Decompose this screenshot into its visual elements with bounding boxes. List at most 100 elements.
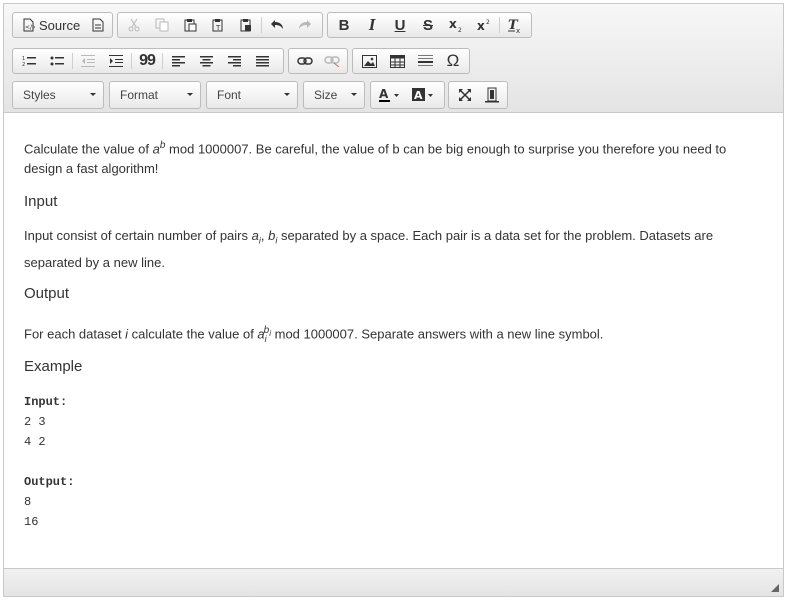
align-justify-button[interactable] [248,49,276,73]
align-left-icon [171,55,185,67]
intro-base-var: a [152,141,160,157]
subscript-button[interactable]: x2 [442,13,470,37]
toolbar-group-colors: A A [370,81,445,109]
intro-paragraph: Calculate the value of ab mod 1000007. B… [24,136,759,179]
superscript-button[interactable]: x2 [470,13,498,37]
paste-word-icon [239,18,253,32]
size-dropdown[interactable]: Size [303,81,365,109]
svg-text:</>: </> [25,24,35,31]
align-left-button[interactable] [164,49,192,73]
blockquote-button[interactable]: 99 [133,49,161,73]
toolbar-separator [131,53,132,69]
toolbar-separator [72,53,73,69]
horizontal-line-button[interactable] [411,49,439,73]
svg-text:x: x [477,19,485,32]
superscript-icon: x2 [477,18,491,32]
font-dropdown[interactable]: Font [206,81,298,109]
input-comma: , [260,228,269,243]
unlink-button[interactable] [318,49,345,73]
styles-dropdown[interactable]: Styles [12,81,104,109]
toolbar-group-basicstyles: B I U S x2 x2 Tx [327,12,532,38]
link-button[interactable] [291,49,318,73]
styles-dropdown-label: Styles [23,88,56,102]
editor-content[interactable]: Calculate the value of ab mod 1000007. B… [4,113,783,569]
chevron-down-icon [284,93,290,96]
cut-button[interactable] [120,13,148,37]
undo-button[interactable] [263,13,291,37]
copy-button[interactable] [148,13,176,37]
toolbar-group-tools [448,81,508,109]
format-dropdown[interactable]: Format [109,81,201,109]
chevron-down-icon [187,93,193,96]
special-character-button[interactable]: Ω [439,49,467,73]
toolbar-group-paragraph: 12 99 [12,48,284,74]
bold-button[interactable]: B [330,13,358,37]
strikethrough-button[interactable]: S [414,13,442,37]
maximize-button[interactable] [451,83,478,107]
intro-text-start: Calculate the value of [24,141,153,157]
toolbar-separator [261,17,262,33]
numbered-list-button[interactable]: 12 [15,49,43,73]
toolbar-group-insert: Ω [352,48,470,74]
remove-format-button[interactable]: Tx [501,13,529,37]
paste-word-button[interactable] [232,13,260,37]
example-output-line: 16 [24,515,39,529]
bulleted-list-icon [50,55,64,67]
maximize-icon [458,88,472,102]
outdent-button[interactable] [74,49,102,73]
output-paragraph: For each dataset i calculate the value o… [24,321,759,349]
show-blocks-icon [484,87,499,103]
align-justify-icon [255,55,269,67]
bulleted-list-button[interactable] [43,49,71,73]
output-text-mid: calculate the value of [128,326,258,342]
example-heading: Example [24,358,83,375]
source-button-label: Source [39,17,81,33]
output-text-start: For each dataset [24,326,126,342]
remove-format-icon: Tx [507,17,523,33]
chevron-down-icon [90,93,96,96]
input-text-start: Input consist of certain number of pairs [24,228,252,243]
align-right-icon [227,55,241,67]
toolbar-group-document: </> Source [12,12,113,38]
table-icon [389,54,405,68]
new-page-button[interactable] [86,13,110,37]
svg-text:2: 2 [458,27,462,32]
toolbar-separator [162,53,163,69]
paste-text-button[interactable]: T [204,13,232,37]
toolbar-group-links [288,48,348,74]
background-color-button[interactable]: A [407,83,441,107]
text-color-icon: A [378,87,402,103]
copy-icon [155,18,169,32]
resize-handle-icon[interactable] [771,584,779,592]
unlink-icon [323,55,340,67]
example-input-line: 4 2 [24,435,46,449]
redo-button[interactable] [291,13,319,37]
example-output-label: Output: [24,475,75,489]
size-dropdown-label: Size [314,88,338,102]
undo-icon [270,19,284,31]
svg-text:A: A [414,89,423,102]
image-button[interactable] [355,49,383,73]
toolbar-separator [499,17,500,33]
text-color-button[interactable]: A [373,83,407,107]
align-right-button[interactable] [220,49,248,73]
chevron-down-icon [351,93,357,96]
paste-button[interactable] [176,13,204,37]
example-output-line: 8 [24,495,32,509]
svg-text:2: 2 [486,19,490,26]
svg-text:A: A [379,87,389,101]
indent-button[interactable] [102,49,130,73]
example-input-label: Input: [24,395,68,409]
align-center-icon [199,55,213,67]
source-button[interactable]: </> Source [15,13,86,37]
underline-button[interactable]: U [386,13,414,37]
align-center-button[interactable] [192,49,220,73]
italic-button[interactable]: I [358,13,386,37]
redo-icon [298,19,312,31]
table-button[interactable] [383,49,411,73]
input-paragraph: Input consist of certain number of pairs… [24,225,759,274]
scissors-icon [127,18,141,32]
show-blocks-button[interactable] [478,83,505,107]
background-color-icon: A [412,87,436,103]
editor-status-bar [4,568,783,596]
